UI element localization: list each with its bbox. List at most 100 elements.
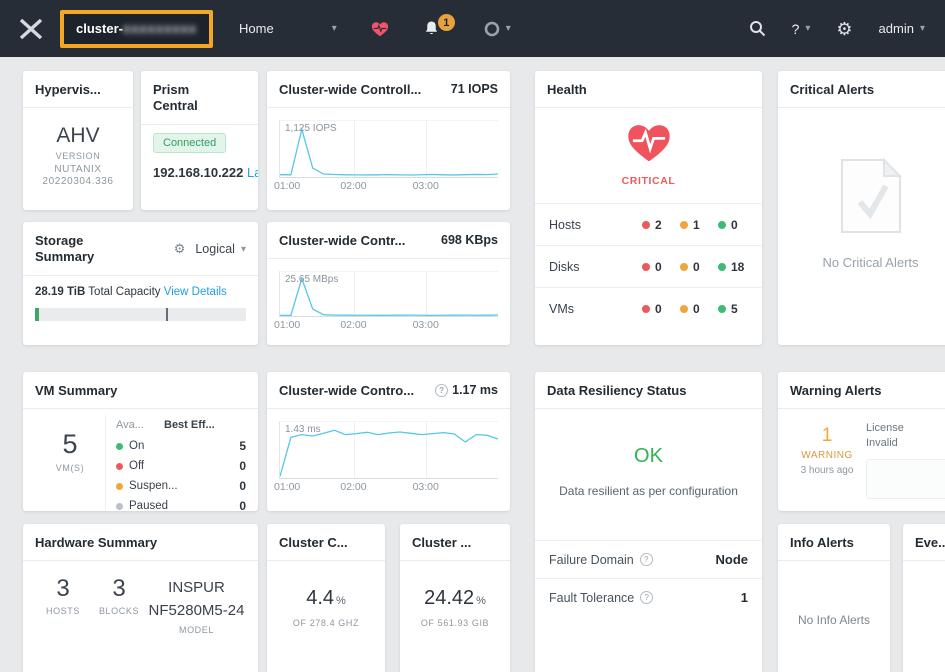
critical-alerts-card: Critical Alerts No Critical Alerts xyxy=(778,71,945,345)
health-status-heart-icon[interactable] xyxy=(535,122,762,169)
launch-link[interactable]: La xyxy=(247,165,258,180)
events-card: Eve... xyxy=(903,524,945,672)
iops-line-chart[interactable]: 1,125 IOPS xyxy=(279,120,498,179)
total-capacity-value: 28.19 TiB xyxy=(35,285,86,298)
cluster-name: cluster- xyxy=(76,21,123,36)
vm-row-paused[interactable]: Paused 0 xyxy=(116,496,246,511)
red-count: 2 xyxy=(655,217,662,232)
warning-item-line: Invalid xyxy=(866,437,898,450)
x-axis-ticks: 01:00 02:00 03:00 xyxy=(274,481,498,496)
vm-row-off[interactable]: Off 0 xyxy=(116,456,246,476)
health-card: Health CRITICAL Hosts 2 1 0 Disks 0 0 18 xyxy=(535,71,762,345)
alerts-bell-icon[interactable]: 1 xyxy=(423,14,455,37)
vm-summary-card: VM Summary 5 VM(S) Ava... Best Eff... On… xyxy=(23,372,258,511)
resiliency-status: OK xyxy=(634,445,663,468)
chevron-down-icon: ▾ xyxy=(240,243,246,255)
health-row-disks[interactable]: Disks 0 0 18 xyxy=(535,245,762,287)
nutanix-logo[interactable] xyxy=(18,17,44,41)
chart-title: Cluster-wide Contr... xyxy=(279,233,406,248)
failure-domain-label: Failure Domain xyxy=(549,552,634,567)
chart-peak-label: 25.65 MBps xyxy=(285,274,339,286)
vm-row-on[interactable]: On 5 xyxy=(116,436,246,456)
document-check-icon xyxy=(778,156,945,241)
divider xyxy=(23,274,258,276)
cpu-usage-unit: % xyxy=(336,595,346,608)
card-title: Cluster C... xyxy=(279,535,348,550)
help-question-icon[interactable]: ? xyxy=(640,591,654,605)
help-question-icon[interactable]: ? xyxy=(639,553,653,567)
column-header: Best Eff... xyxy=(164,419,215,432)
hosts-count: 3 xyxy=(56,575,70,603)
card-title: Hardware Summary xyxy=(35,535,158,550)
threshold-marker xyxy=(165,307,168,321)
storage-usage-bar[interactable] xyxy=(35,307,246,321)
vm-state-count: 0 xyxy=(239,499,246,511)
divider xyxy=(267,107,510,109)
hypervisor-version-label: VERSION xyxy=(55,151,101,162)
warning-alert-item[interactable]: License Invalid xyxy=(866,421,945,451)
bandwidth-line-chart[interactable]: 25.65 MBps xyxy=(279,271,498,318)
vm-count-label: VM(S) xyxy=(55,463,85,474)
cluster-cpu-card: Cluster C... 4.4% OF 278.4 GHz xyxy=(267,524,385,672)
card-title: Data Resiliency Status xyxy=(547,383,687,398)
vm-count: 5 xyxy=(62,429,78,460)
health-row-hosts[interactable]: Hosts 2 1 0 xyxy=(535,203,762,245)
latency-chart-card: Cluster-wide Contro... ? 1.17 ms 1.43 ms… xyxy=(267,372,510,511)
health-row-vms[interactable]: VMs 0 0 5 xyxy=(535,287,762,329)
cluster-memory-card: Cluster ... 24.42% OF 561.93 GiB xyxy=(400,524,510,672)
x-axis-ticks: 01:00 02:00 03:00 xyxy=(274,180,498,195)
settings-gear-icon[interactable]: ⚙ xyxy=(836,20,852,38)
yellow-count: 0 xyxy=(693,301,700,316)
no-critical-alerts-text: No Critical Alerts xyxy=(822,255,919,271)
prism-central-card: Prism Central Connected 192.168.10.222 L… xyxy=(141,71,258,210)
x-tick: 03:00 xyxy=(412,180,439,193)
storage-settings-gear-icon[interactable]: ⚙ xyxy=(174,241,186,257)
divider xyxy=(267,408,510,410)
storage-mode-dropdown[interactable]: Logical ▾ xyxy=(195,242,246,256)
home-menu[interactable]: Home ▾ xyxy=(239,21,337,36)
red-status-dot xyxy=(642,262,650,271)
storage-mode-label: Logical xyxy=(195,242,235,257)
blocks-label: BLOCKS xyxy=(98,606,140,617)
model-label: MODEL xyxy=(178,625,214,636)
latency-line-chart[interactable]: 1.43 ms xyxy=(279,421,498,480)
tasks-menu[interactable]: ▾ xyxy=(484,21,511,37)
chart-title: Cluster-wide Controll... xyxy=(279,82,422,97)
health-heart-icon[interactable] xyxy=(371,21,389,37)
warning-alerts-card: Warning Alerts 1 WARNING 3 hours ago Lic… xyxy=(778,372,945,511)
card-title: Eve... xyxy=(915,535,945,550)
warning-summary[interactable]: 1 WARNING 3 hours ago xyxy=(788,417,866,499)
x-axis-ticks: 01:00 02:00 03:00 xyxy=(274,319,498,334)
help-question-icon[interactable]: ? xyxy=(435,383,449,397)
fault-tolerance-row: Fault Tolerance ? 1 xyxy=(535,578,762,616)
red-count: 0 xyxy=(655,259,662,274)
green-status-dot xyxy=(718,304,726,313)
user-menu-label: admin xyxy=(878,21,914,36)
card-title: Storage Summary xyxy=(35,233,95,265)
search-icon[interactable] xyxy=(749,20,766,37)
divider xyxy=(903,560,945,562)
no-info-alerts-text: No Info Alerts xyxy=(797,613,871,628)
fault-tolerance-label: Fault Tolerance xyxy=(549,590,635,605)
help-menu[interactable]: ? ▾ xyxy=(792,21,811,37)
health-status-label: CRITICAL xyxy=(621,175,676,188)
view-details-link[interactable]: View Details xyxy=(164,286,227,298)
chart-peak-label: 1,125 IOPS xyxy=(285,123,337,135)
chevron-down-icon: ▾ xyxy=(331,23,337,34)
divider xyxy=(23,107,133,109)
divider xyxy=(267,258,510,260)
green-count: 5 xyxy=(731,301,738,316)
info-alerts-card: Info Alerts No Info Alerts xyxy=(778,524,890,672)
gray-status-dot xyxy=(116,502,123,510)
used-storage-marker xyxy=(35,307,39,321)
card-title: Critical Alerts xyxy=(790,82,875,97)
cluster-name-selector[interactable]: cluster- xxxxxxxxx xyxy=(60,9,214,48)
divider xyxy=(535,107,762,109)
hardware-summary-card: Hardware Summary 3 HOSTS 3 BLOCKS INSPUR… xyxy=(23,524,258,672)
warning-item-line: License xyxy=(866,422,904,435)
vm-row-suspended[interactable]: Suspen... 0 xyxy=(116,476,246,496)
user-menu[interactable]: admin ▾ xyxy=(879,21,925,36)
red-status-dot xyxy=(116,462,123,470)
chevron-down-icon: ▾ xyxy=(505,23,511,34)
divider xyxy=(535,408,762,410)
